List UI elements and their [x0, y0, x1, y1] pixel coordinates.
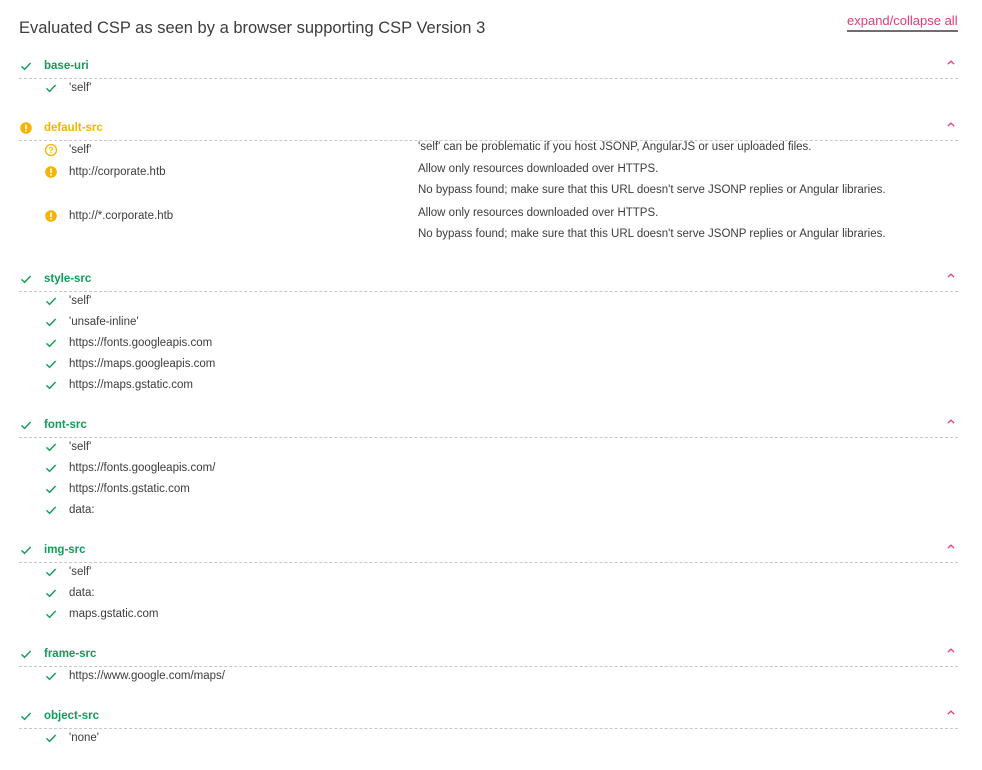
directive-value: https://fonts.googleapis.com — [69, 337, 213, 349]
check-icon — [19, 543, 33, 557]
directive-value: 'self' — [69, 566, 92, 578]
chevron-up-icon[interactable] — [945, 646, 957, 656]
directive-value: 'self' — [69, 441, 92, 453]
directive-name: style-src — [44, 273, 92, 285]
check-icon — [44, 503, 58, 517]
chevron-up-icon[interactable] — [945, 417, 957, 427]
directive-name: frame-src — [44, 648, 97, 660]
check-icon — [44, 461, 58, 475]
check-icon — [19, 59, 33, 73]
check-icon — [44, 378, 58, 392]
check-icon — [44, 607, 58, 621]
warning-icon — [19, 121, 33, 135]
check-icon — [44, 440, 58, 454]
check-icon — [44, 81, 58, 95]
directive-name: object-src — [44, 710, 99, 722]
directive-value: 'none' — [69, 732, 99, 744]
chevron-up-icon[interactable] — [945, 58, 957, 68]
directive-value: 'self' — [69, 144, 92, 156]
check-icon — [44, 315, 58, 329]
directive-name: img-src — [44, 544, 86, 556]
directive-value: 'unsafe-inline' — [69, 316, 139, 328]
directive-value: https://fonts.googleapis.com/ — [69, 462, 216, 474]
directive-value: https://maps.googleapis.com — [69, 358, 216, 370]
directive-value: 'self' — [69, 295, 92, 307]
check-icon — [44, 586, 58, 600]
check-icon — [19, 272, 33, 286]
check-icon — [44, 294, 58, 308]
finding-description: Allow only resources downloaded over HTT… — [418, 207, 659, 219]
directive-name: base-uri — [44, 60, 89, 72]
finding-description: No bypass found; make sure that this URL… — [418, 228, 886, 240]
finding-description: Allow only resources downloaded over HTT… — [418, 163, 659, 175]
directive-header-frame-src[interactable]: frame-src — [19, 646, 958, 667]
check-icon — [44, 357, 58, 371]
directive-value: http://corporate.htb — [69, 166, 166, 178]
check-icon — [44, 565, 58, 579]
directive-name: default-src — [44, 122, 103, 134]
chevron-up-icon[interactable] — [945, 708, 957, 718]
svg-text:?: ? — [48, 145, 53, 155]
directive-header-object-src[interactable]: object-src — [19, 708, 958, 729]
directive-header-font-src[interactable]: font-src — [19, 417, 958, 438]
expand-collapse-all-link[interactable]: expand/collapse all — [847, 13, 958, 32]
directive-value: data: — [69, 504, 95, 516]
directive-value: 'self' — [69, 82, 92, 94]
finding-description: No bypass found; make sure that this URL… — [418, 184, 886, 196]
directive-value: maps.gstatic.com — [69, 608, 159, 620]
directive-value: https://maps.gstatic.com — [69, 379, 193, 391]
chevron-up-icon[interactable] — [945, 271, 957, 281]
directive-value: data: — [69, 587, 95, 599]
warning-icon — [44, 209, 58, 223]
check-icon — [19, 647, 33, 661]
directive-value: https://www.google.com/maps/ — [69, 670, 225, 682]
check-icon — [44, 482, 58, 496]
directive-value: http://*.corporate.htb — [69, 210, 174, 222]
directive-header-style-src[interactable]: style-src — [19, 271, 958, 292]
check-icon — [44, 669, 58, 683]
help-icon: ? — [44, 143, 58, 157]
warning-icon — [44, 165, 58, 179]
csp-evaluator-page: Evaluated CSP as seen by a browser suppo… — [0, 0, 982, 770]
page-title: Evaluated CSP as seen by a browser suppo… — [19, 19, 486, 37]
directive-header-base-uri[interactable]: base-uri — [19, 58, 958, 79]
check-icon — [44, 336, 58, 350]
chevron-up-icon[interactable] — [945, 542, 957, 552]
chevron-up-icon[interactable] — [945, 120, 957, 130]
directive-header-img-src[interactable]: img-src — [19, 542, 958, 563]
check-icon — [19, 418, 33, 432]
check-icon — [19, 709, 33, 723]
directive-value: https://fonts.gstatic.com — [69, 483, 190, 495]
finding-description: 'self' can be problematic if you host JS… — [418, 141, 812, 153]
directive-header-default-src[interactable]: default-src — [19, 120, 958, 141]
directive-name: font-src — [44, 419, 87, 431]
check-icon — [44, 731, 58, 745]
